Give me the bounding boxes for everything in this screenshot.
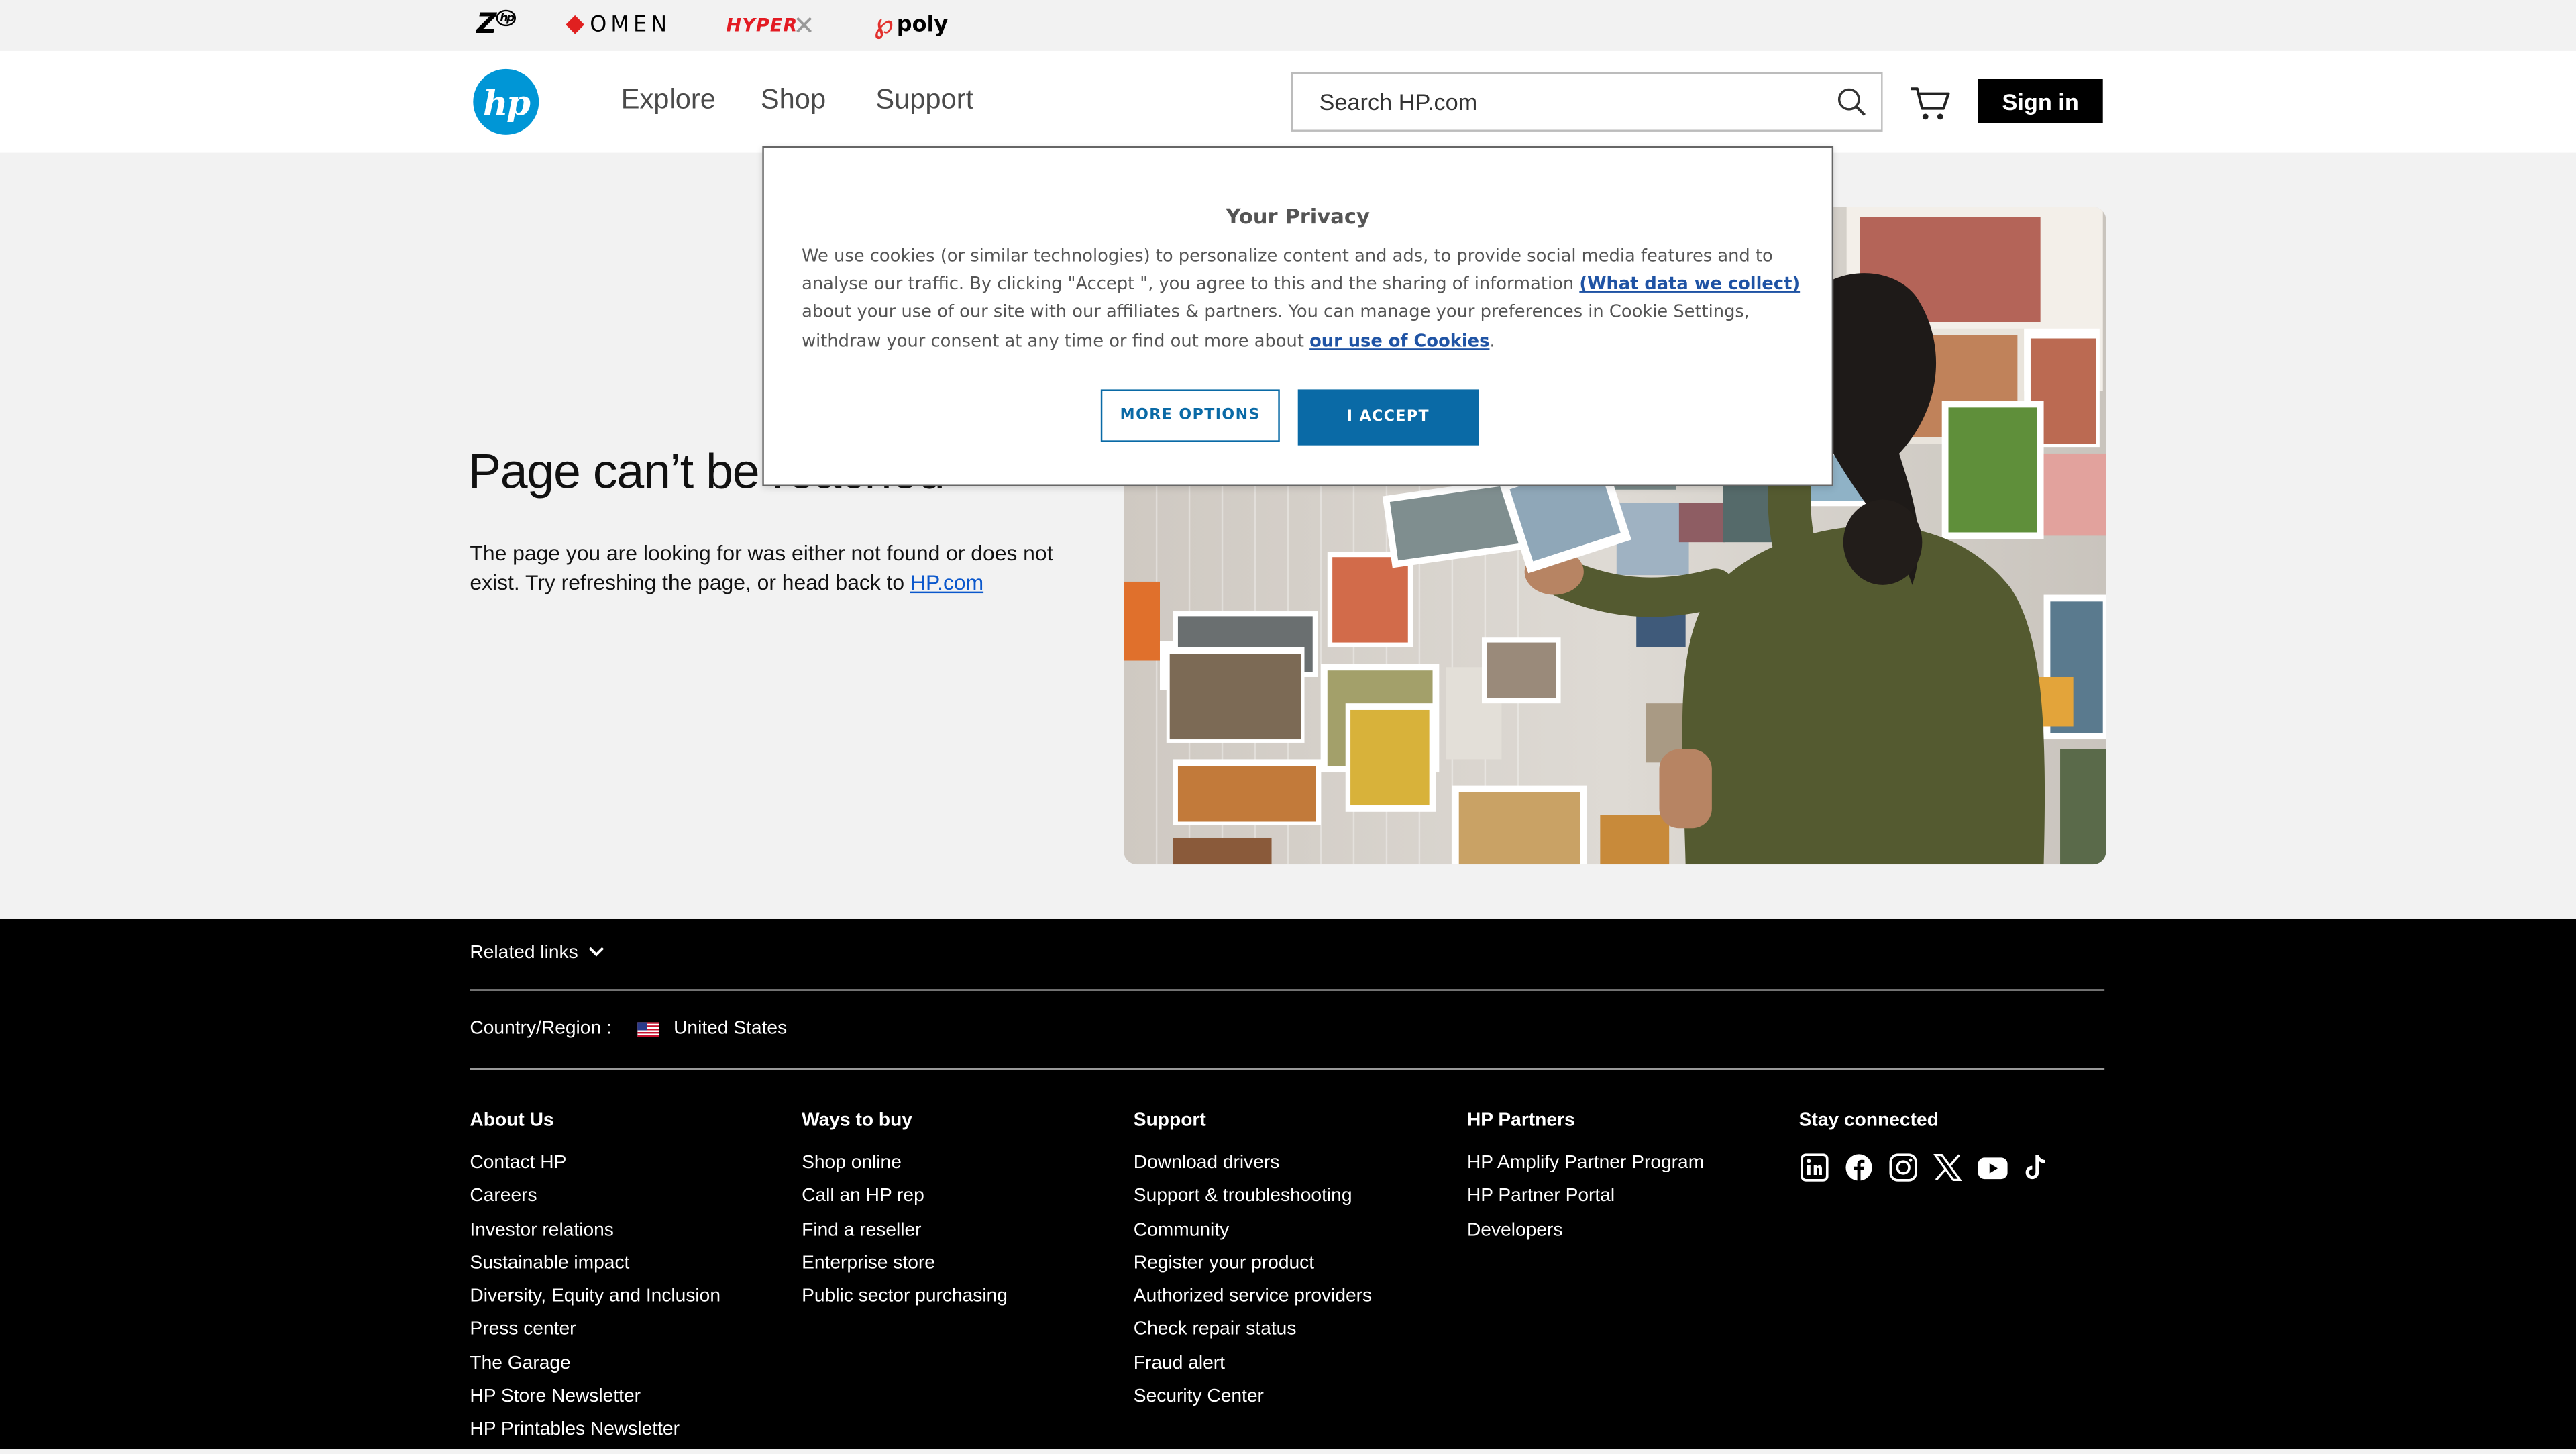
search-icon[interactable] [1837, 87, 1866, 117]
footer-link-support-troubleshooting[interactable]: Support & troubleshooting [1134, 1187, 1372, 1221]
brand-strip: Zhp OMEN HYPER ✕ ℘ poly [0, 0, 2576, 50]
footer-link-find-reseller[interactable]: Find a reseller [802, 1221, 1008, 1254]
us-flag-icon [637, 1022, 659, 1037]
privacy-text-part-3: . [1489, 331, 1495, 352]
footer-link-contact-hp[interactable]: Contact HP [470, 1153, 720, 1187]
site-header: hp Explore Shop Support Sign in [0, 50, 2576, 153]
footer-link-register-product[interactable]: Register your product [1134, 1253, 1372, 1287]
footer-link-service-providers[interactable]: Authorized service providers [1134, 1287, 1372, 1320]
hp-logo[interactable]: hp [473, 68, 539, 135]
omen-diamond-icon [566, 15, 585, 34]
footer-column-heading: About Us [470, 1110, 554, 1131]
footer-link-store-newsletter[interactable]: HP Store Newsletter [470, 1387, 720, 1420]
privacy-text: We use cookies (or similar technologies)… [802, 243, 1801, 356]
footer-link-developers[interactable]: Developers [1467, 1221, 1704, 1254]
hp-home-link[interactable]: HP.com [910, 570, 983, 595]
footer-column-heading: Stay connected [1799, 1110, 1939, 1131]
footer-link-public-sector[interactable]: Public sector purchasing [802, 1287, 1008, 1320]
z-brand-link[interactable]: Zhp [476, 8, 517, 41]
related-links-toggle[interactable]: Related links [470, 943, 604, 963]
site-footer: Related links Country/Region : United St… [0, 918, 2576, 1450]
poly-brand-label: poly [896, 12, 949, 38]
z-brand-label: Z [476, 8, 496, 42]
hp-mini-mark: hp [496, 9, 517, 27]
accept-button[interactable]: I ACCEPT [1297, 389, 1479, 446]
facebook-icon[interactable] [1843, 1152, 1875, 1184]
country-label: Country/Region : [470, 1019, 612, 1039]
footer-link-repair-status[interactable]: Check repair status [1134, 1320, 1372, 1354]
chevron-down-icon [588, 947, 604, 957]
cart-icon[interactable] [1909, 85, 1952, 123]
instagram-icon[interactable] [1888, 1152, 1919, 1184]
youtube-icon[interactable] [1976, 1152, 2008, 1184]
sign-in-button[interactable]: Sign in [1978, 79, 2103, 123]
footer-column-heading: HP Partners [1466, 1110, 1575, 1131]
footer-link-security-center[interactable]: Security Center [1134, 1387, 1372, 1420]
omen-brand-label: OMEN [590, 12, 672, 38]
footer-column-heading: Ways to buy [802, 1110, 912, 1131]
footer-link-partner-portal[interactable]: HP Partner Portal [1467, 1187, 1704, 1221]
poly-brand-link[interactable]: ℘ poly [874, 8, 948, 41]
omen-brand-link[interactable]: OMEN [566, 8, 672, 41]
footer-link-diversity[interactable]: Diversity, Equity and Inclusion [470, 1287, 720, 1320]
linkedin-icon[interactable] [1799, 1152, 1831, 1184]
more-options-button[interactable]: MORE OPTIONS [1100, 389, 1280, 442]
error-message: The page you are looking for was either … [470, 539, 1069, 598]
hyperx-brand-label: HYPER [726, 13, 798, 36]
footer-column-hp-partners: HP Partners HP Amplify Partner Program H… [1467, 1111, 1704, 1254]
footer-column-ways-to-buy: Ways to buy Shop online Call an HP rep F… [802, 1111, 1008, 1320]
footer-divider [470, 1068, 2105, 1070]
privacy-text-part-2: about your use of our site with our affi… [802, 303, 1750, 352]
hyperx-brand-link[interactable]: HYPER ✕ [726, 8, 816, 41]
social-links [1799, 1152, 2052, 1184]
search-box [1291, 72, 1883, 132]
footer-link-community[interactable]: Community [1134, 1221, 1372, 1254]
search-input[interactable] [1319, 89, 1813, 115]
footer-column-support: Support Download drivers Support & troub… [1134, 1111, 1372, 1420]
nav-explore[interactable]: Explore [621, 84, 716, 117]
related-links-label: Related links [470, 943, 578, 964]
poly-mark-icon: ℘ [873, 8, 894, 42]
footer-column-stay-connected: Stay connected [1799, 1111, 1939, 1154]
our-use-of-cookies-link[interactable]: our use of Cookies [1309, 331, 1489, 351]
footer-link-call-hp-rep[interactable]: Call an HP rep [802, 1187, 1008, 1221]
footer-link-amplify-program[interactable]: HP Amplify Partner Program [1467, 1153, 1704, 1187]
country-selector[interactable]: United States [674, 1019, 787, 1038]
what-data-we-collect-link[interactable]: (What data we collect) [1579, 274, 1800, 294]
tiktok-icon[interactable] [2021, 1152, 2052, 1184]
footer-link-enterprise-store[interactable]: Enterprise store [802, 1253, 1008, 1287]
footer-column-heading: Support [1133, 1110, 1206, 1131]
footer-link-careers[interactable]: Careers [470, 1187, 720, 1221]
x-icon[interactable] [1932, 1152, 1964, 1184]
footer-link-shop-online[interactable]: Shop online [802, 1153, 1008, 1187]
privacy-dialog: Your Privacy We use cookies (or similar … [762, 146, 1834, 486]
footer-link-investor-relations[interactable]: Investor relations [470, 1221, 720, 1254]
privacy-title: Your Privacy [1226, 203, 1371, 229]
footer-link-sustainable-impact[interactable]: Sustainable impact [470, 1253, 720, 1287]
footer-column-about-us: About Us Contact HP Careers Investor rel… [470, 1111, 720, 1454]
nav-shop[interactable]: Shop [761, 84, 826, 117]
footer-divider [470, 989, 2105, 991]
nav-support[interactable]: Support [875, 84, 973, 117]
hyperx-x-icon: ✕ [793, 9, 816, 41]
footer-link-the-garage[interactable]: The Garage [470, 1353, 720, 1387]
footer-link-printables-newsletter[interactable]: HP Printables Newsletter [470, 1420, 720, 1454]
footer-link-press-center[interactable]: Press center [470, 1320, 720, 1354]
footer-link-fraud-alert[interactable]: Fraud alert [1134, 1353, 1372, 1387]
footer-link-download-drivers[interactable]: Download drivers [1134, 1153, 1372, 1187]
